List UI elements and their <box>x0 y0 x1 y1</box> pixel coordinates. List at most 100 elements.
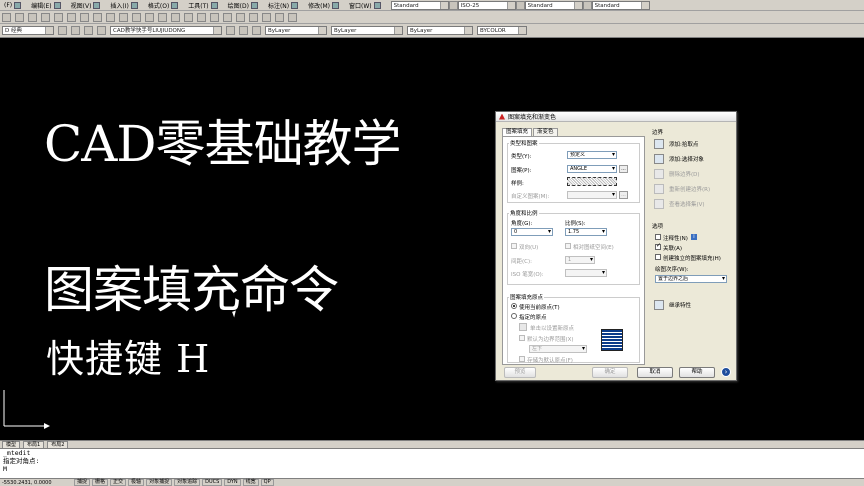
relative-paper-checkbox[interactable] <box>565 243 571 249</box>
menu-item-draw[interactable]: 绘图(D) <box>224 1 264 10</box>
sun-icon[interactable] <box>97 26 106 35</box>
annotative-checkbox[interactable] <box>655 234 661 240</box>
add-select-objects-icon[interactable] <box>654 154 664 164</box>
cut-icon[interactable] <box>80 12 89 22</box>
save-icon[interactable] <box>28 12 37 22</box>
view-selections-icon[interactable] <box>654 199 664 209</box>
double-checkbox[interactable] <box>511 243 517 249</box>
status-ortho[interactable]: 正交 <box>110 479 127 486</box>
status-snap[interactable]: 捕捉 <box>74 479 91 486</box>
redo-icon[interactable] <box>145 12 154 22</box>
status-ducs[interactable]: DUCS <box>202 479 223 486</box>
calculator-icon[interactable] <box>275 12 284 22</box>
lineweight-select[interactable]: ByLayer <box>407 26 473 35</box>
menu-item-window[interactable]: 窗口(W) <box>345 1 387 10</box>
tool-palettes-icon[interactable] <box>236 12 245 22</box>
menu-item-file[interactable]: (F) <box>0 1 27 9</box>
inherit-properties-icon[interactable] <box>654 300 664 310</box>
layer-states-icon[interactable] <box>252 26 261 35</box>
design-center-icon[interactable] <box>223 12 232 22</box>
open-icon[interactable] <box>15 12 24 22</box>
associative-checkbox[interactable] <box>655 242 661 250</box>
menu-item-view[interactable]: 视图(V) <box>67 1 107 10</box>
menu-item-insert[interactable]: 插入(I) <box>106 1 143 10</box>
type-select[interactable]: 预定义 <box>567 151 617 159</box>
zoom-previous-icon[interactable] <box>197 12 206 22</box>
layer-select[interactable]: CAD教学快手号LIUJIUDONG <box>110 26 222 35</box>
properties-icon[interactable] <box>210 12 219 22</box>
copy-icon[interactable] <box>93 12 102 22</box>
make-current-layer-icon[interactable] <box>226 26 235 35</box>
angle-select[interactable]: 0 <box>511 228 553 236</box>
use-current-origin-radio[interactable] <box>511 303 517 309</box>
text-style-select[interactable]: Standard <box>390 0 449 10</box>
iso-pen-select[interactable] <box>565 269 607 277</box>
menu-item-format[interactable]: 格式(O) <box>144 1 184 10</box>
match-properties-icon[interactable] <box>119 12 128 22</box>
pattern-browse-button[interactable]: ... <box>619 165 628 173</box>
default-extents-checkbox[interactable] <box>519 335 525 341</box>
separate-hatches-checkbox[interactable] <box>655 254 661 260</box>
table-style-icon[interactable] <box>582 0 592 10</box>
sheet-set-icon[interactable] <box>249 12 258 22</box>
color-select[interactable]: ByLayer <box>265 26 327 35</box>
add-pick-points-label[interactable]: 添加:拾取点 <box>669 140 698 148</box>
pan-icon[interactable] <box>158 12 167 22</box>
dim-style-icon[interactable] <box>515 0 525 10</box>
view-selections-label[interactable]: 查看选择集(V) <box>669 200 705 208</box>
menu-item-edit[interactable]: 编辑(E) <box>27 1 66 10</box>
publish-icon[interactable] <box>67 12 76 22</box>
spacing-input[interactable]: 1 <box>565 256 595 264</box>
status-otrack[interactable]: 对象追踪 <box>174 479 201 486</box>
plot-style-select[interactable]: BYCOLOR <box>477 26 527 35</box>
text-style-icon[interactable] <box>448 0 458 10</box>
dialog-titlebar[interactable]: 图案填充和渐变色 <box>496 112 736 122</box>
menu-item-dimension[interactable]: 标注(N) <box>264 1 304 10</box>
layer-previous-icon[interactable] <box>239 26 248 35</box>
custom-pattern-select[interactable] <box>567 191 617 199</box>
status-osnap[interactable]: 对象捕捉 <box>146 479 173 486</box>
undo-icon[interactable] <box>132 12 141 22</box>
more-options-icon[interactable]: › <box>721 367 731 377</box>
zoom-realtime-icon[interactable] <box>171 12 180 22</box>
pattern-select[interactable]: ANGLE <box>567 165 617 173</box>
inherit-properties-label[interactable]: 继承特性 <box>669 301 691 309</box>
layer-manager-icon[interactable] <box>71 26 80 35</box>
cancel-button[interactable]: 取消 <box>637 367 673 378</box>
command-input[interactable]: M <box>3 465 864 473</box>
custom-pattern-browse-button[interactable]: ... <box>619 191 628 199</box>
help-icon[interactable] <box>288 12 297 22</box>
paste-icon[interactable] <box>106 12 115 22</box>
status-grid[interactable]: 栅格 <box>92 479 109 486</box>
specified-origin-radio[interactable] <box>511 313 517 319</box>
new-icon[interactable] <box>2 12 11 22</box>
preview-button[interactable]: 预览 <box>504 367 536 378</box>
multileader-style-select[interactable]: Standard <box>591 0 650 10</box>
ok-button[interactable]: 确定 <box>592 367 628 378</box>
remove-boundaries-label[interactable]: 删除边界(D) <box>669 170 700 178</box>
pattern-swatch[interactable] <box>567 177 617 186</box>
print-icon[interactable] <box>41 12 50 22</box>
preview-icon[interactable] <box>54 12 63 22</box>
menu-item-tools[interactable]: 工具(T) <box>184 1 223 10</box>
dim-style-select[interactable]: ISO-25 <box>457 0 516 10</box>
command-window[interactable]: _mtedit 指定对角点: M <box>0 448 864 478</box>
status-polar[interactable]: 极轴 <box>128 479 145 486</box>
help-button[interactable]: 帮助 <box>679 367 715 378</box>
add-select-objects-label[interactable]: 添加:选择对象 <box>669 155 704 163</box>
store-default-checkbox[interactable] <box>519 356 525 362</box>
add-pick-points-icon[interactable] <box>654 139 664 149</box>
bulb-icon[interactable] <box>84 26 93 35</box>
markup-icon[interactable] <box>262 12 271 22</box>
linetype-select[interactable]: ByLayer <box>331 26 403 35</box>
workspace-select[interactable]: D 经典 <box>2 26 54 35</box>
status-lineweight[interactable]: 线宽 <box>242 479 259 486</box>
scale-select[interactable]: 1.75 <box>565 228 607 236</box>
status-dyn[interactable]: DYN <box>224 479 241 486</box>
workspace-settings-icon[interactable] <box>58 26 67 35</box>
zoom-window-icon[interactable] <box>184 12 193 22</box>
table-style-select[interactable]: Standard <box>524 0 583 10</box>
extents-select[interactable]: 左下 <box>529 345 587 353</box>
recreate-boundary-label[interactable]: 重新创建边界(R) <box>669 185 710 193</box>
status-qp[interactable]: QP <box>260 479 274 486</box>
